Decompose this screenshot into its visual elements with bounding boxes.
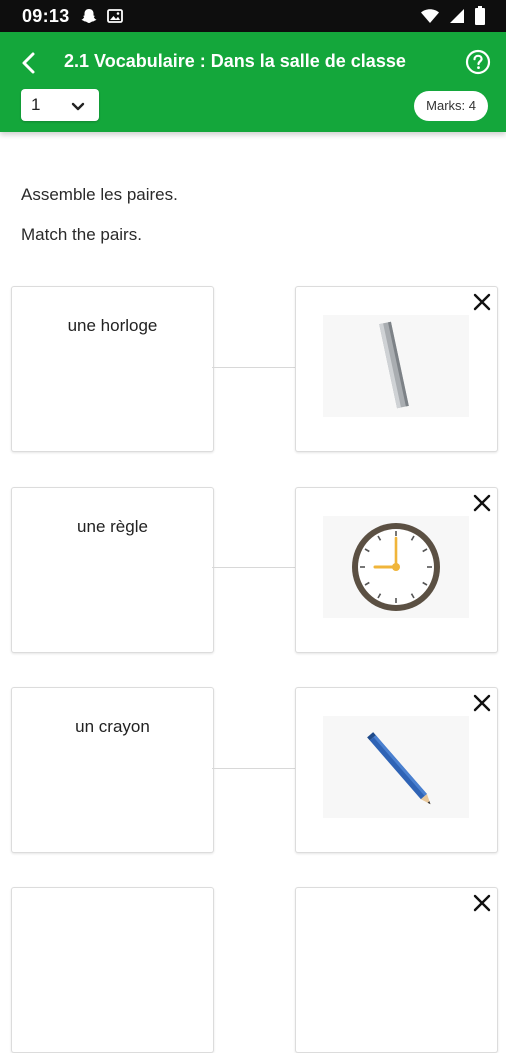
signal-icon — [450, 9, 464, 23]
status-indicators — [420, 6, 486, 26]
back-arrow-icon[interactable] — [14, 48, 44, 78]
pair-connector — [212, 768, 295, 769]
page-select[interactable]: 1 — [21, 89, 99, 121]
word-label: une horloge — [67, 316, 158, 335]
word-card[interactable]: un crayon — [11, 687, 214, 853]
pair-connector — [212, 367, 295, 368]
instruction-english: Match the pairs. — [21, 225, 142, 244]
image-card[interactable] — [295, 887, 498, 1053]
image-card[interactable] — [295, 286, 498, 452]
clock-image — [323, 516, 469, 618]
page-select-value: 1 — [31, 95, 41, 114]
page-title: 2.1 Vocabulaire : Dans la salle de class… — [64, 51, 406, 71]
word-card[interactable]: une horloge — [11, 286, 214, 452]
status-time: 09:13 — [22, 6, 70, 26]
word-label: une règle — [77, 517, 148, 536]
wifi-icon — [421, 9, 439, 23]
close-icon[interactable] — [471, 492, 493, 514]
close-icon[interactable] — [471, 291, 493, 313]
word-label: un crayon — [75, 717, 150, 736]
close-icon[interactable] — [471, 892, 493, 914]
pencil-image — [323, 716, 469, 818]
image-card[interactable] — [295, 487, 498, 653]
word-card[interactable] — [11, 887, 214, 1053]
ruler-image — [323, 315, 469, 417]
image-card[interactable] — [295, 687, 498, 853]
battery-icon — [475, 6, 485, 25]
word-card[interactable]: une règle — [11, 487, 214, 653]
help-icon[interactable] — [464, 48, 492, 76]
pair-connector — [212, 567, 295, 568]
instruction-french: Assemble les paires. — [21, 185, 178, 204]
close-icon[interactable] — [471, 692, 493, 714]
snapchat-icon — [80, 7, 98, 30]
chevron-down-icon — [71, 99, 85, 117]
marks-badge: Marks: 4 — [414, 91, 488, 121]
gallery-icon — [106, 7, 124, 30]
status-bar: 09:13 — [0, 0, 506, 32]
app-bar: 2.1 Vocabulaire : Dans la salle de class… — [0, 32, 506, 132]
